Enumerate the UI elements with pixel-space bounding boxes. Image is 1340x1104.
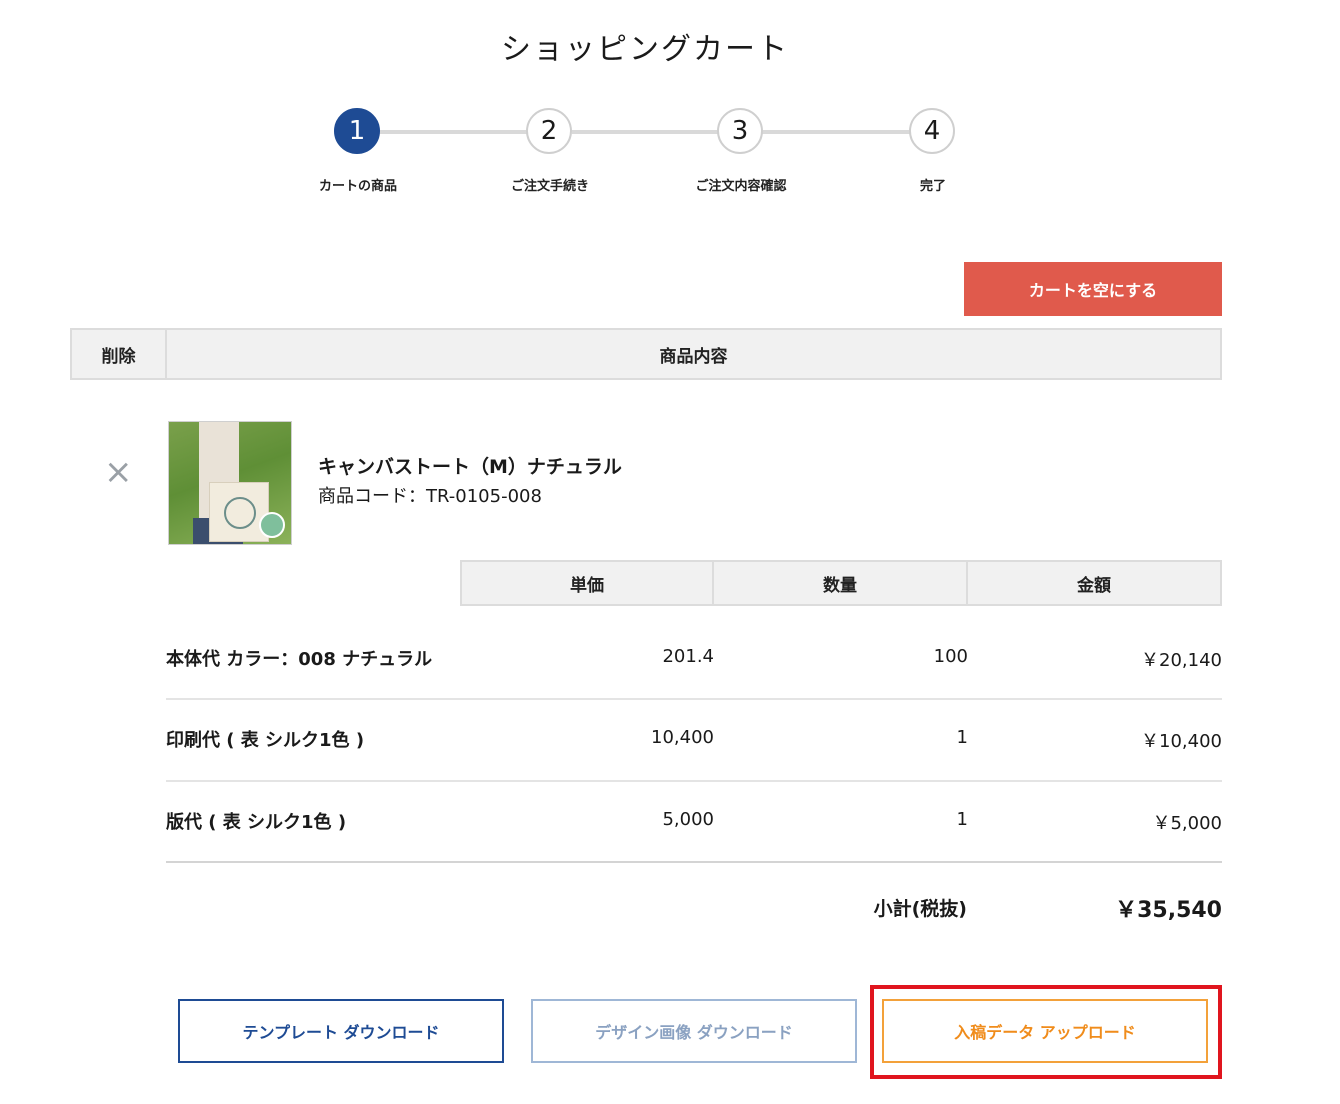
subtotal-value: ￥35,540 [1115, 898, 1222, 923]
thumbnail-eco-badge [259, 512, 285, 538]
row-divider [166, 780, 1222, 782]
remove-item-close-icon[interactable]: × [104, 455, 133, 489]
line-item-quantity: 100 [933, 646, 968, 667]
template-download-button[interactable]: テンプレート ダウンロード [178, 999, 504, 1063]
line-item-unit-price: 10,400 [651, 727, 714, 748]
product-code: 商品コード：TR-0105-008 [318, 486, 542, 507]
line-item-label: 本体代 カラー：008 ナチュラル [166, 649, 433, 670]
header-amount: 金額 [966, 560, 1222, 606]
line-item-label: 印刷代 ( 表 シルク1色 ) [166, 730, 365, 751]
product-name: キャンバストート（M）ナチュラル [318, 456, 622, 478]
subtotal-divider [166, 861, 1222, 863]
row-divider [166, 698, 1222, 700]
header-delete: 削除 [70, 328, 167, 380]
line-item-amount: ￥10,400 [1141, 731, 1222, 752]
step-4-circle: 4 [909, 108, 955, 154]
line-item-label: 版代 ( 表 シルク1色 ) [166, 812, 347, 833]
step-3-label: ご注文内容確認 [695, 179, 787, 194]
header-quantity: 数量 [712, 560, 968, 606]
step-1-label: カートの商品 [318, 179, 397, 194]
step-4-label: 完了 [919, 179, 946, 194]
header-content: 商品内容 [165, 328, 1222, 380]
line-item-amount: ￥5,000 [1152, 813, 1222, 834]
step-2-circle: 2 [526, 108, 572, 154]
step-connector [572, 130, 718, 134]
step-2-label: ご注文手続き [510, 179, 589, 194]
line-item-unit-price: 5,000 [662, 809, 714, 830]
header-unit-price: 単価 [460, 560, 714, 606]
line-item-unit-price: 201.4 [662, 646, 714, 667]
line-item-quantity: 1 [956, 809, 968, 830]
design-download-button[interactable]: デザイン画像 ダウンロード [531, 999, 857, 1063]
upload-data-button[interactable]: 入稿データ アップロード [882, 999, 1208, 1063]
page-title: ショッピングカート [501, 32, 789, 67]
step-3-circle: 3 [717, 108, 763, 154]
step-connector [380, 130, 528, 134]
product-thumbnail [168, 421, 292, 545]
empty-cart-button[interactable]: カートを空にする [964, 262, 1222, 316]
thumbnail-bag [209, 482, 269, 542]
step-connector [762, 130, 910, 134]
subtotal-label: 小計(税抜) [873, 898, 967, 920]
line-item-quantity: 1 [956, 727, 968, 748]
line-item-amount: ￥20,140 [1141, 650, 1222, 671]
step-1-circle: 1 [334, 108, 380, 154]
